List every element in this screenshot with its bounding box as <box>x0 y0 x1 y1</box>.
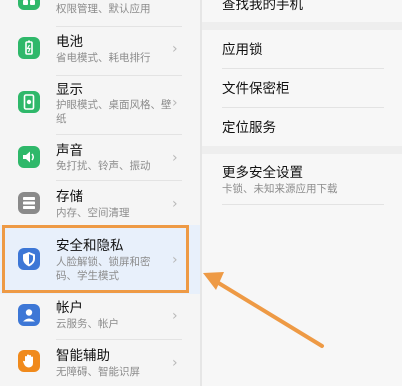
settings-category-list: 权限管理、默认应用 电池 省电模式、耗电排行 › 显示 护眼模式、桌面风格、壁纸… <box>0 0 200 386</box>
list-item-title: 智能辅助 <box>56 348 110 364</box>
section-gap <box>202 22 402 30</box>
highlight-annotation-box <box>2 225 189 293</box>
hand-icon <box>18 350 40 372</box>
divider <box>222 107 384 108</box>
chevron-right-icon: › <box>172 196 178 212</box>
apps-icon <box>18 0 40 10</box>
chevron-right-icon: › <box>172 308 178 324</box>
list-item-display[interactable]: 显示 护眼模式、桌面风格、壁纸 › <box>0 76 200 134</box>
more-security-settings-item[interactable]: 更多安全设置 <box>222 164 303 182</box>
display-icon <box>18 91 40 113</box>
chevron-right-icon: › <box>172 95 178 111</box>
chevron-right-icon: › <box>172 150 178 166</box>
location-service-item[interactable]: 定位服务 <box>222 119 276 137</box>
section-gap <box>202 146 402 154</box>
list-item-subtitle: 护眼模式、桌面风格、壁纸 <box>56 99 172 125</box>
list-item-storage[interactable]: 存储 内存、空间清理 › <box>0 181 200 225</box>
battery-icon <box>18 37 40 59</box>
app-lock-item[interactable]: 应用锁 <box>222 41 263 59</box>
account-icon <box>18 304 40 326</box>
list-item-smart-assist[interactable]: 智能辅助 无障碍、智能识屏 › <box>0 340 200 386</box>
list-item-subtitle: 无障碍、智能识屏 <box>56 366 140 378</box>
security-settings-panel: 查找我的手机 应用锁 文件保密柜 定位服务 更多安全设置 卡锁、未知来源应用下载 <box>202 0 402 386</box>
list-item-permissions[interactable]: 权限管理、默认应用 <box>0 0 200 24</box>
list-item-subtitle: 内存、空间清理 <box>56 207 130 219</box>
list-item-subtitle: 云服务、帐户 <box>56 318 119 330</box>
list-item-sound[interactable]: 声音 免打扰、铃声、振动 › <box>0 135 200 180</box>
sound-icon <box>18 146 40 168</box>
list-item-title: 帐户 <box>56 300 83 316</box>
find-my-phone-item[interactable]: 查找我的手机 <box>222 0 303 14</box>
list-item-battery[interactable]: 电池 省电模式、耗电排行 › <box>0 27 200 75</box>
list-item-title: 电池 <box>56 34 83 50</box>
divider <box>222 204 384 205</box>
list-item-title: 显示 <box>56 82 83 98</box>
chevron-right-icon: › <box>172 41 178 57</box>
more-security-settings-subtitle: 卡锁、未知来源应用下载 <box>222 183 338 195</box>
list-item-subtitle: 权限管理、默认应用 <box>56 3 151 15</box>
list-item-title: 存储 <box>56 189 83 205</box>
file-safe-item[interactable]: 文件保密柜 <box>222 80 290 98</box>
divider <box>222 68 384 69</box>
chevron-right-icon: › <box>172 355 178 371</box>
storage-icon <box>18 192 40 214</box>
list-item-subtitle: 免打扰、铃声、振动 <box>56 160 151 172</box>
list-item-account[interactable]: 帐户 云服务、帐户 › <box>0 294 200 338</box>
list-item-title: 声音 <box>56 143 83 159</box>
list-item-subtitle: 省电模式、耗电排行 <box>56 52 151 64</box>
